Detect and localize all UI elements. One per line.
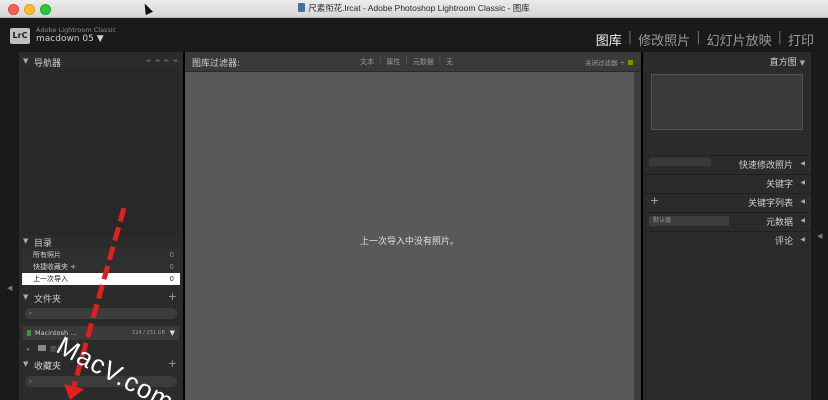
annotation-arrow-head (64, 384, 84, 400)
annotation-arrow (64, 207, 127, 400)
